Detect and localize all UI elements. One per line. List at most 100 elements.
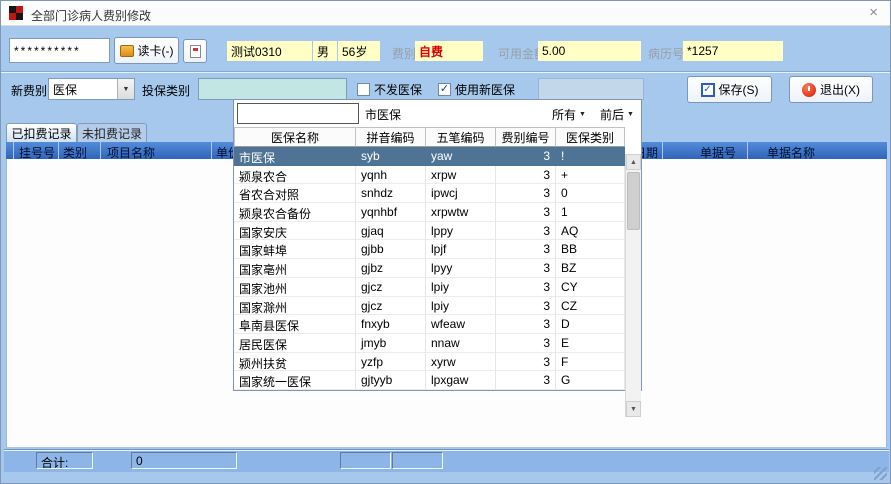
insurance-cell: lpiy [426, 277, 496, 297]
insurance-cell: yzfp [356, 352, 426, 372]
insurance-cell: 国家安庆 [234, 221, 356, 241]
insurance-cell: 省农合对照 [234, 184, 356, 204]
chevron-down-icon: ▼ [117, 79, 134, 99]
use-new-insurance-checkbox[interactable]: ✓ 使用新医保 [438, 81, 515, 98]
tab-deducted-records[interactable]: 已扣费记录 [6, 123, 77, 142]
insurance-cell: 3 [496, 259, 556, 278]
insurance-cell: lpyy [426, 259, 496, 278]
insurance-cell: wfeaw [426, 315, 496, 334]
insurance-cell: yqnh [356, 165, 426, 185]
chevron-down-icon: ▼ [579, 111, 586, 118]
insurance-row[interactable]: 市医保 syb yaw 3! [234, 147, 625, 166]
insurance-row[interactable]: 居民医保 jmyb nnaw 3 E [234, 333, 625, 353]
insurance-cell: ipwcj [426, 184, 496, 204]
insure-type-input[interactable] [198, 78, 347, 100]
patient-gender-field: 男 [313, 41, 337, 61]
total-label: 合计: [36, 452, 93, 469]
filter-order-label: 前后 [600, 108, 625, 122]
insurance-cell: E [556, 333, 625, 353]
scroll-up-icon[interactable]: ▲ [626, 154, 641, 170]
checkbox-label: 不发医保 [374, 83, 423, 97]
document-button[interactable] [183, 39, 207, 63]
insurance-cell: 国家蚌埠 [234, 240, 356, 260]
exit-button[interactable]: 退出(X) [789, 76, 873, 103]
insurance-cell: yaw [426, 147, 496, 166]
checkbox-box: ✓ [438, 83, 451, 96]
page-icon [189, 44, 201, 58]
insurance-cell: 颍泉农合 [234, 165, 356, 185]
insurance-row[interactable]: 颍州扶贫 yzfp xyrw 3 F [234, 352, 625, 372]
resize-grip[interactable] [874, 467, 887, 480]
insurance-row[interactable]: 国家统一医保 gjtyyb lpxgaw 3 G [234, 371, 625, 390]
card-password-input[interactable] [9, 38, 110, 63]
insurance-row[interactable]: 国家安庆 gjaq lppy 3 AQ [234, 221, 625, 241]
column-separator [58, 142, 59, 159]
filter-all-dropdown[interactable]: 所有 ▼ [552, 106, 586, 123]
insurance-cell: 3 [496, 221, 556, 241]
new-fee-combobox[interactable]: 医保 ▼ [48, 78, 135, 100]
scroll-down-icon[interactable]: ▼ [626, 401, 641, 417]
insurance-cell: gjaq [356, 221, 426, 241]
insurance-cell: gjcz [356, 277, 426, 297]
insurance-cell: nnaw [426, 333, 496, 353]
no-send-insurance-checkbox[interactable]: 不发医保 [357, 81, 422, 98]
insurance-cell: 3 [496, 203, 556, 222]
insurance-cell: 3 [496, 352, 556, 372]
column-separator [211, 142, 212, 159]
insurance-cell: gjbb [356, 240, 426, 260]
exit-label: 退出(X) [820, 83, 860, 97]
header-pinyin-code: 拼音编码 [356, 127, 426, 147]
insurance-cell: 国家滁州 [234, 296, 356, 316]
card-reader-icon [119, 44, 134, 57]
insurance-cell: 3 [496, 147, 556, 166]
save-label: 保存(S) [718, 83, 759, 97]
insurance-cell: 3 [496, 277, 556, 297]
checkbox-label: 使用新医保 [455, 83, 516, 97]
insurance-search-input[interactable] [237, 103, 359, 124]
insurance-cell: 3 [496, 296, 556, 316]
header-fee-code: 费别编号 [496, 127, 556, 147]
header-insurance-type: 医保类别 [556, 127, 625, 147]
insurance-row[interactable]: 国家蚌埠 gjbb lpjf 3 BB [234, 240, 625, 260]
app-icon [9, 6, 23, 20]
insurance-row[interactable]: 颍泉农合备份 yqnhbf xrpwtw 3 1 [234, 203, 625, 222]
patient-age-field: 56岁 [338, 41, 380, 61]
insurance-cell: syb [356, 147, 426, 166]
insurance-row[interactable]: 省农合对照 snhdz ipwcj 3 0 [234, 184, 625, 204]
insurance-cell: 国家池州 [234, 277, 356, 297]
insurance-row[interactable]: 颍泉农合 yqnh xrpw 3 + [234, 165, 625, 185]
insurance-cell: 3 [496, 184, 556, 204]
insurance-cell: lpiy [426, 296, 496, 316]
insurance-cell: CZ [556, 296, 625, 316]
read-card-button[interactable]: 读卡(-) [114, 37, 179, 64]
available-amount-value: 5.00 [538, 41, 641, 61]
footer-field-1 [340, 452, 391, 469]
insurance-cell: xrpwtw [426, 203, 496, 222]
tab-undeducted-records[interactable]: 未扣费记录 [77, 123, 147, 142]
insurance-cell: gjcz [356, 296, 426, 316]
insurance-table-header: 医保名称 拼音编码 五笔编码 费别编号 医保类别 [234, 127, 641, 147]
filter-order-dropdown[interactable]: 前后 ▼ [600, 106, 634, 123]
insurance-cell: lpjf [426, 240, 496, 260]
insurance-cell: 1 [556, 203, 625, 222]
close-icon[interactable]: × [869, 5, 878, 20]
insurance-row[interactable]: 阜南县医保 fnxyb wfeaw 3 D [234, 315, 625, 334]
insurance-cell: 3 [496, 240, 556, 260]
total-value: 0 [131, 452, 237, 469]
checkbox-box [357, 83, 370, 96]
insurance-row[interactable]: 国家亳州 gjbz lpyy 3 BZ [234, 259, 625, 278]
new-fee-label: 新费别 [11, 84, 48, 98]
insurance-cell: snhdz [356, 184, 426, 204]
fee-type-label: 费别 [392, 47, 417, 61]
disabled-insurance-field [538, 78, 644, 100]
insurance-cell: gjbz [356, 259, 426, 278]
footer-field-2 [392, 452, 443, 469]
scrollbar-thumb[interactable] [627, 172, 640, 230]
insurance-row[interactable]: 国家滁州 gjcz lpiy 3 CZ [234, 296, 625, 316]
insurance-cell: 国家亳州 [234, 259, 356, 278]
save-button[interactable]: ✓ 保存(S) [687, 76, 772, 103]
filter-all-label: 所有 [552, 108, 577, 122]
scrollbar[interactable]: ▲ ▼ [625, 154, 641, 417]
insurance-cell: 市医保 [234, 147, 356, 166]
insurance-row[interactable]: 国家池州 gjcz lpiy 3 CY [234, 277, 625, 297]
